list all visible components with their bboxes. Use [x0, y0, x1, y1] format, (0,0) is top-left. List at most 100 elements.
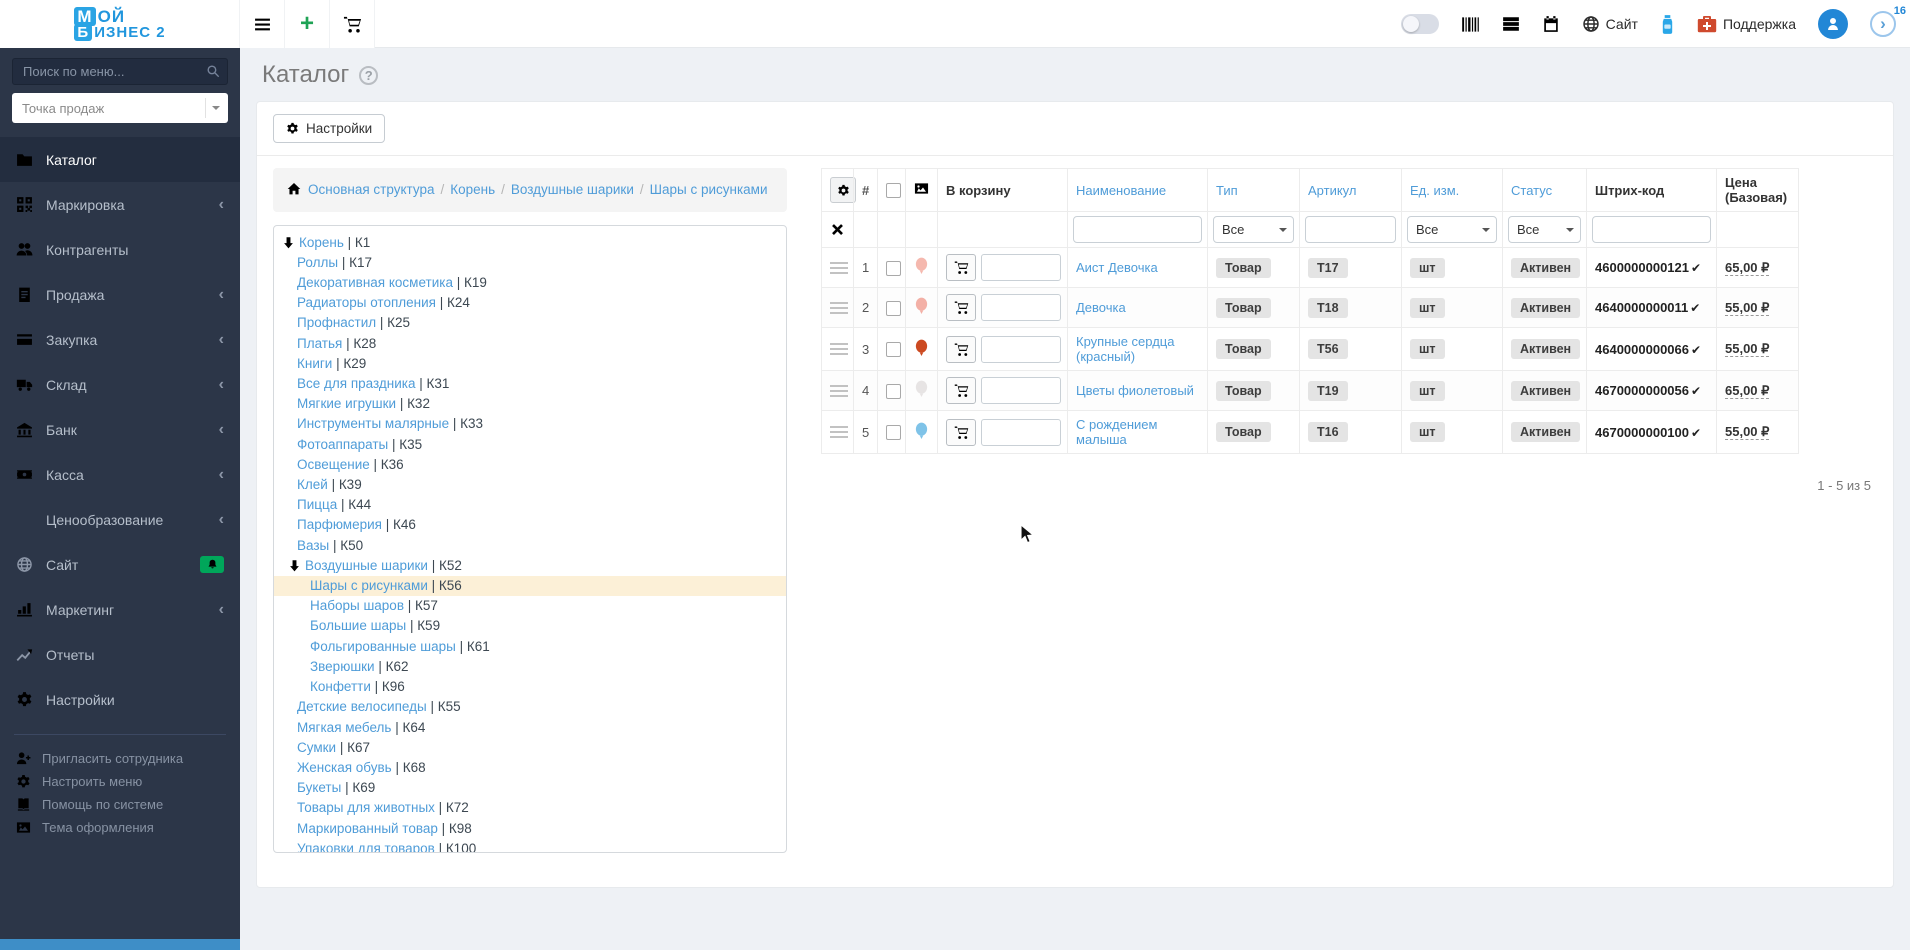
cart-quantity-input[interactable] — [981, 377, 1061, 404]
tree-item-link[interactable]: Упаковки для товаров — [297, 841, 435, 852]
sidebar-footer-item[interactable]: Настроить меню — [0, 770, 240, 793]
tree-item-link[interactable]: Радиаторы отопления — [297, 295, 436, 310]
add-to-cart-button[interactable] — [946, 254, 976, 281]
tree-item-link[interactable]: Фотоаппараты — [297, 437, 388, 452]
tree-item-link[interactable]: Все для праздника — [297, 376, 415, 391]
row-checkbox[interactable] — [886, 425, 901, 441]
type-filter-select[interactable]: Все — [1213, 216, 1294, 243]
table-settings-button[interactable] — [830, 177, 856, 203]
name-filter-input[interactable] — [1073, 216, 1202, 243]
calendar-button[interactable] — [1542, 15, 1560, 33]
tree-item[interactable]: Роллы | К17 — [274, 253, 786, 273]
caret-down-icon[interactable] — [212, 106, 220, 114]
price-value[interactable]: 65,00 ₽ — [1725, 259, 1770, 276]
tree-item[interactable]: Детские велосипеды | К55 — [274, 697, 786, 717]
app-logo[interactable]: МОЙ БИЗНЕС 2 — [74, 8, 165, 40]
price-value[interactable]: 55,00 ₽ — [1725, 341, 1770, 357]
col-header-sku[interactable]: Артикул — [1299, 168, 1402, 212]
help-icon[interactable]: ? — [359, 65, 379, 85]
tree-item-link[interactable]: Профнастил — [297, 315, 376, 330]
status-filter-select[interactable]: Все — [1508, 216, 1581, 243]
product-image[interactable] — [914, 257, 929, 278]
select-all-checkbox[interactable] — [886, 183, 901, 199]
sidebar-menu-item[interactable]: Закупка ‹ — [0, 317, 240, 362]
row-checkbox[interactable] — [886, 342, 901, 358]
tree-item[interactable]: Мягкая мебель | К64 — [274, 718, 786, 738]
drag-handle[interactable] — [830, 301, 848, 314]
col-header-unit[interactable]: Ед. изм. — [1401, 168, 1503, 212]
price-value[interactable]: 65,00 ₽ — [1725, 382, 1770, 399]
tree-item[interactable]: Зверюшки | К62 — [274, 657, 786, 677]
breadcrumb-link[interactable]: Шары с рисунками — [650, 182, 768, 197]
tree-item[interactable]: Парфюмерия | К46 — [274, 515, 786, 535]
product-name-link[interactable]: Цветы фиолетовый — [1076, 383, 1194, 398]
tree-item[interactable]: Конфетти | К96 — [274, 677, 786, 697]
add-to-cart-button[interactable] — [946, 335, 976, 363]
barcode-filter-input[interactable] — [1592, 216, 1711, 243]
tree-item[interactable]: Фотоаппараты | К35 — [274, 435, 786, 455]
sidebar-menu-item[interactable]: Маркетинг ‹ — [0, 587, 240, 632]
tree-item-link[interactable]: Маркированный товар — [297, 821, 438, 836]
tree-item[interactable]: Наборы шаров | К57 — [274, 596, 786, 616]
tree-item-link[interactable]: Товары для животных — [297, 800, 435, 815]
tree-item-link[interactable]: Декоративная косметика — [297, 275, 453, 290]
tree-item[interactable]: Шары с рисунками | К56 — [274, 576, 786, 597]
tree-item[interactable]: Букеты | К69 — [274, 778, 786, 798]
add-to-cart-button[interactable] — [946, 377, 976, 404]
pos-select-input[interactable] — [12, 93, 228, 123]
breadcrumb-link[interactable]: Основная структура — [308, 182, 434, 197]
tree-item[interactable]: Мягкие игрушки | К32 — [274, 394, 786, 414]
sidebar-footer-item[interactable]: Пригласить сотрудника — [0, 747, 240, 770]
sidebar-menu-item[interactable]: Банк ‹ — [0, 407, 240, 452]
clear-filters-button[interactable] — [827, 222, 848, 237]
cart-quantity-input[interactable] — [981, 335, 1061, 363]
cart-button[interactable] — [329, 0, 375, 48]
tree-item[interactable]: Освещение | К36 — [274, 455, 786, 475]
news-widget-button[interactable]: › 16 — [1870, 5, 1906, 37]
tree-item-link[interactable]: Парфюмерия — [297, 517, 382, 532]
theme-toggle[interactable] — [1400, 14, 1439, 34]
tree-item[interactable]: Упаковки для товаров | К100 — [274, 839, 786, 852]
tree-item[interactable]: Профнастил | К25 — [274, 313, 786, 333]
row-checkbox[interactable] — [886, 300, 901, 316]
tree-item[interactable]: Платья | К28 — [274, 334, 786, 354]
tree-item-link[interactable]: Женская обувь — [297, 760, 392, 775]
sidebar-menu-item[interactable]: Продажа ‹ — [0, 272, 240, 317]
tree-item-link[interactable]: Сумки — [297, 740, 336, 755]
product-image[interactable] — [914, 422, 929, 443]
templates-button[interactable] — [1502, 15, 1520, 33]
tree-item-link[interactable]: Платья — [297, 336, 342, 351]
expand-arrow-icon[interactable] — [288, 559, 301, 572]
drag-handle[interactable] — [830, 384, 848, 397]
site-link[interactable]: Сайт — [1582, 15, 1638, 33]
tree-item-link[interactable]: Роллы — [297, 255, 338, 270]
drag-handle[interactable] — [830, 261, 848, 274]
tree-item-link[interactable]: Зверюшки — [310, 659, 375, 674]
tree-item-link[interactable]: Вазы — [297, 538, 329, 553]
tree-item-link[interactable]: Мягкая мебель — [297, 720, 391, 735]
tree-item-link[interactable]: Пицца — [297, 497, 337, 512]
user-avatar[interactable] — [1818, 9, 1848, 39]
breadcrumb-link[interactable]: Корень — [450, 182, 495, 197]
tree-item[interactable]: Товары для животных | К72 — [274, 798, 786, 818]
tree-item[interactable]: Все для праздника | К31 — [274, 374, 786, 394]
tree-item[interactable]: Воздушные шарики | К52 — [274, 556, 786, 576]
tree-item[interactable]: Вазы | К50 — [274, 536, 786, 556]
row-checkbox[interactable] — [886, 260, 901, 276]
tree-item-link[interactable]: Мягкие игрушки — [297, 396, 396, 411]
product-image[interactable] — [914, 339, 929, 360]
tree-item[interactable]: Женская обувь | К68 — [274, 758, 786, 778]
cart-quantity-input[interactable] — [981, 294, 1061, 321]
price-value[interactable]: 55,00 ₽ — [1725, 424, 1770, 440]
tree-item[interactable]: Книги | К29 — [274, 354, 786, 374]
tree-item-link[interactable]: Шары с рисунками — [310, 578, 428, 593]
col-header-type[interactable]: Тип — [1207, 168, 1300, 212]
tree-item-link[interactable]: Детские велосипеды — [297, 699, 427, 714]
tree-item[interactable]: Клей | К39 — [274, 475, 786, 495]
tree-item[interactable]: Корень | К1 — [274, 233, 786, 253]
sidebar-menu-item[interactable]: Сайт — [0, 542, 240, 587]
tree-item-link[interactable]: Конфетти — [310, 679, 371, 694]
product-name-link[interactable]: С рождением малыша — [1076, 417, 1157, 447]
drag-handle[interactable] — [830, 343, 848, 355]
price-value[interactable]: 55,00 ₽ — [1725, 299, 1770, 316]
